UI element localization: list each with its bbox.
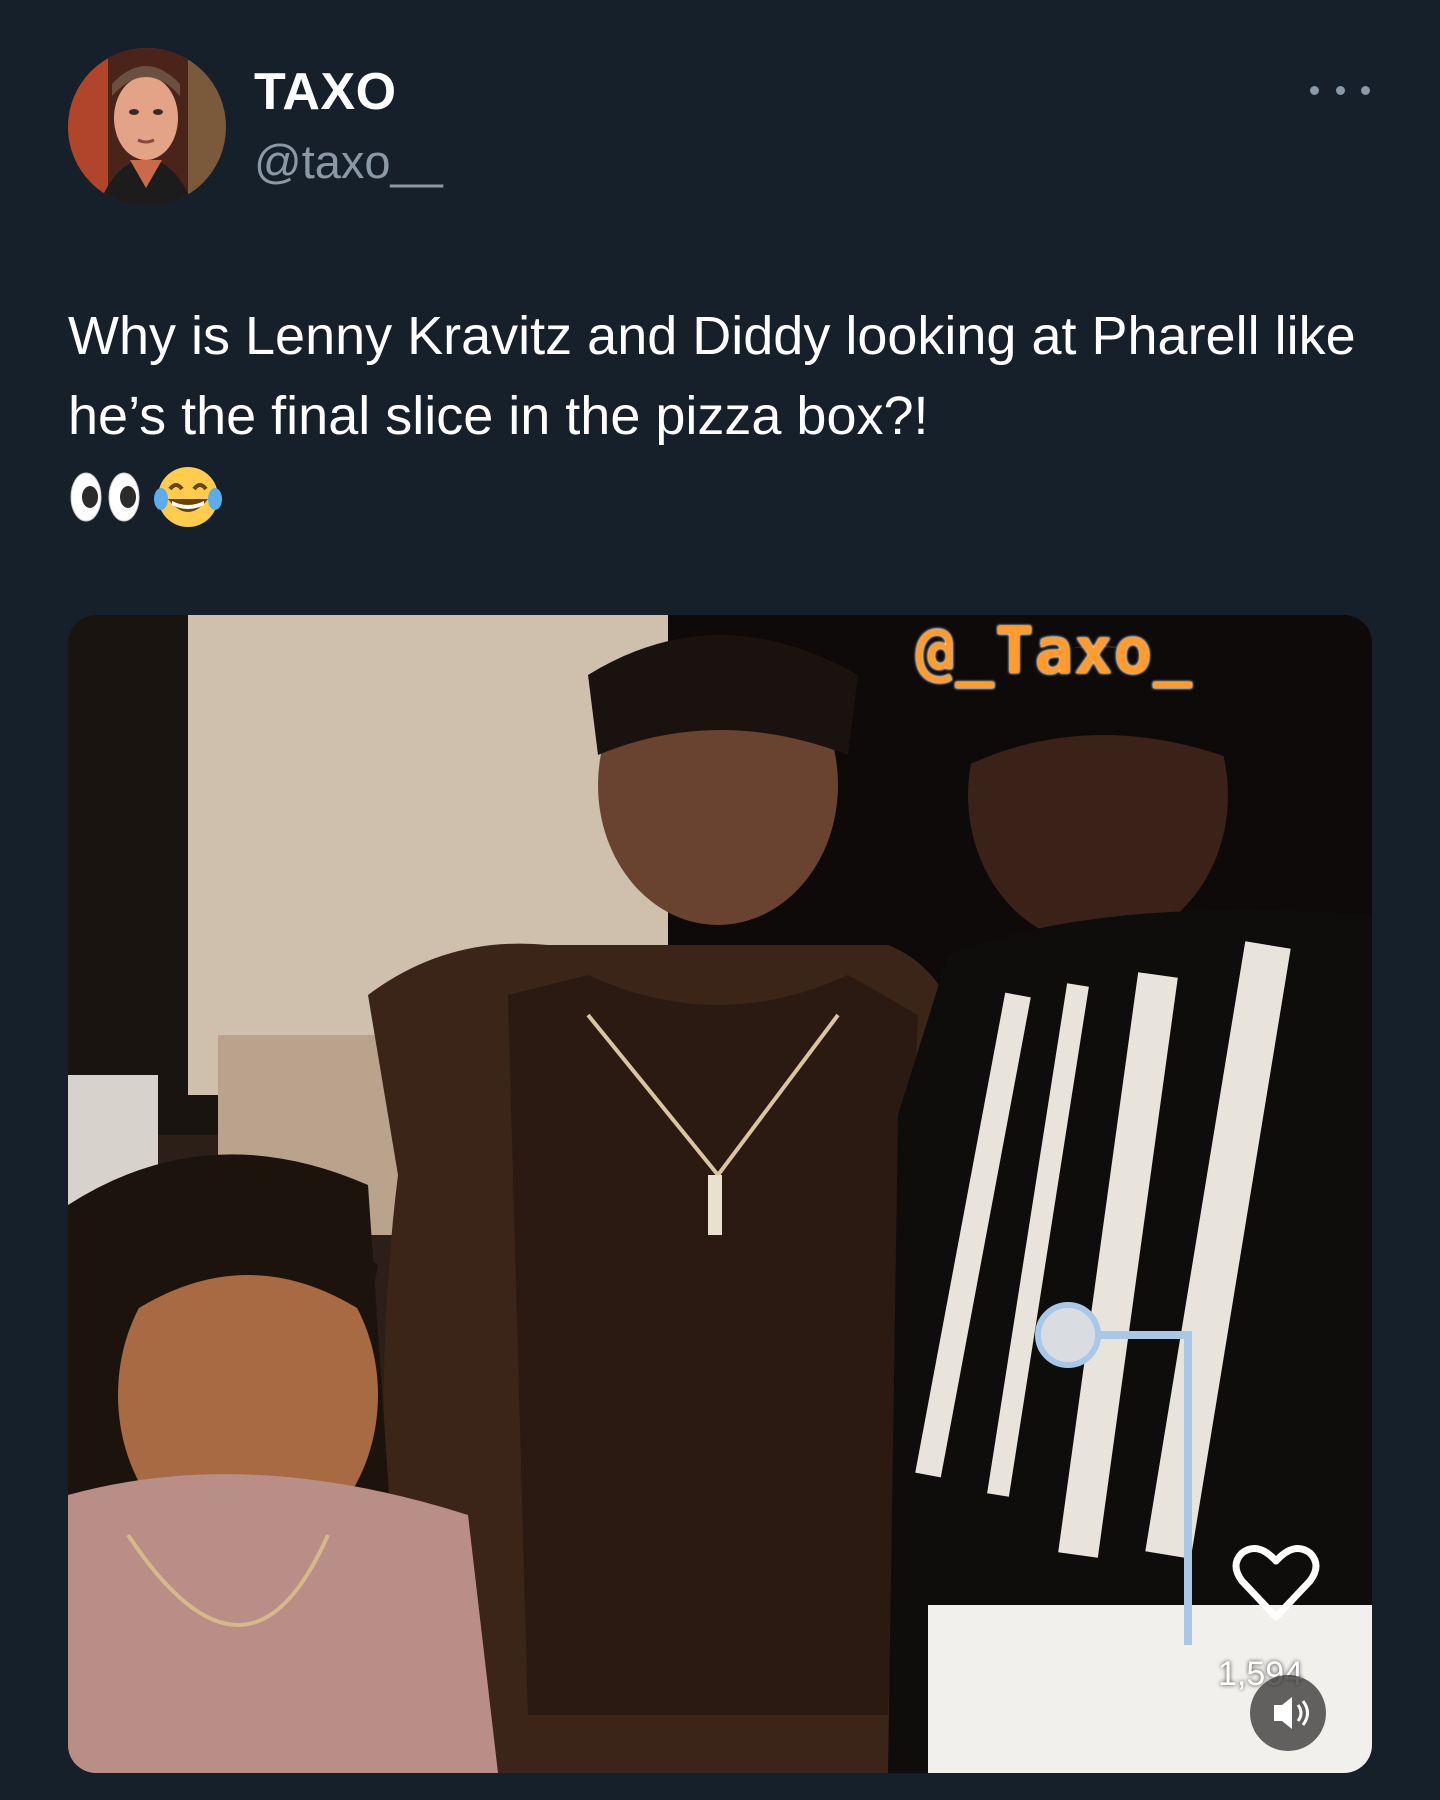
speaker-icon[interactable] [1250, 1675, 1326, 1751]
author-display-name[interactable]: TAXO [254, 62, 397, 122]
dot [1361, 85, 1370, 95]
avatar-photo [68, 48, 226, 206]
more-options-icon[interactable] [1310, 70, 1370, 110]
dot [1310, 85, 1319, 95]
heart-icon[interactable] [1228, 1535, 1324, 1631]
media-photo [68, 615, 1372, 1773]
tears-of-joy-emoji [154, 467, 222, 527]
tweet-emojis [68, 462, 224, 532]
tweet-media[interactable]: @_Taxo_ 1,594 [68, 615, 1372, 1773]
heart-icon-graphic [1232, 1545, 1320, 1621]
tweet-text: Why is Lenny Kravitz and Diddy looking a… [68, 306, 1356, 446]
dot [1335, 85, 1345, 95]
author-handle[interactable]: @taxo__ [254, 134, 443, 189]
eyes-emoji [70, 472, 140, 522]
author-avatar[interactable] [68, 48, 226, 206]
speaker-icon-graphic [1274, 1697, 1309, 1729]
watermark-text: @_Taxo_ [916, 615, 1193, 689]
tweet-header: TAXO @taxo__ [0, 0, 1440, 250]
